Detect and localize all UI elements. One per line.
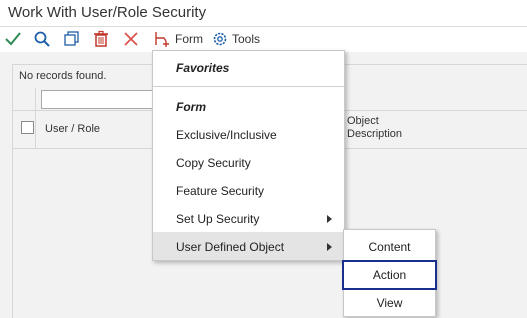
tools-gear-icon: [212, 31, 228, 47]
tools-menu-button[interactable]: Tools: [212, 29, 260, 49]
submenu-item-content[interactable]: Content: [344, 232, 435, 260]
menu-item-label: User Defined Object: [176, 240, 285, 254]
menu-item-label: Exclusive/Inclusive: [176, 128, 277, 142]
ok-button[interactable]: [4, 29, 22, 49]
records-status-text: No records found.: [19, 70, 107, 82]
delete-icon: [92, 30, 110, 48]
search-icon: [33, 30, 51, 48]
submenu-item-action[interactable]: Action: [342, 260, 437, 290]
form-menu-button[interactable]: Form: [153, 29, 203, 49]
title-bar: Work With User/Role Security: [0, 0, 527, 27]
menu-item-favorites[interactable]: Favorites: [153, 53, 344, 81]
menu-item-copy-security[interactable]: Copy Security: [153, 148, 344, 176]
copy-button[interactable]: [63, 29, 81, 49]
delete-button[interactable]: [92, 29, 110, 49]
submenu-item-view[interactable]: View: [344, 288, 435, 316]
form-dropdown-menu: Favorites Form Exclusive/Inclusive Copy …: [152, 50, 345, 261]
user-defined-object-submenu: Content Action View: [342, 229, 437, 317]
column-header-user-role[interactable]: User / Role: [45, 123, 100, 135]
menu-divider: [153, 86, 344, 87]
submenu-item-label: Action: [372, 268, 407, 282]
submenu-item-label: Content: [368, 240, 411, 254]
close-button[interactable]: [122, 29, 140, 49]
menu-item-feature-security[interactable]: Feature Security: [153, 176, 344, 204]
close-icon: [122, 30, 140, 48]
form-icon: [153, 30, 171, 48]
menu-item-user-defined-object[interactable]: User Defined Object: [153, 232, 344, 260]
window-title: Work With User/Role Security: [8, 4, 207, 21]
checkmark-icon: [4, 30, 22, 48]
menu-item-label: Feature Security: [176, 184, 265, 198]
form-menu-label: Form: [175, 32, 203, 46]
submenu-item-label: View: [376, 296, 403, 310]
submenu-arrow-icon: [327, 215, 332, 223]
user-role-filter-input[interactable]: [41, 90, 167, 109]
select-all-checkbox[interactable]: [21, 121, 34, 134]
menu-section-form-label: Form: [176, 100, 206, 114]
menu-section-form: Form: [153, 92, 344, 120]
toolbar: Form Tools: [0, 27, 527, 51]
menu-item-label: Set Up Security: [176, 212, 260, 226]
tools-menu-label: Tools: [232, 32, 261, 46]
menu-item-exclusive-inclusive[interactable]: Exclusive/Inclusive: [153, 120, 344, 148]
column-header-object-description[interactable]: Object Description: [347, 115, 427, 141]
menu-item-favorites-label: Favorites: [176, 61, 230, 75]
search-button[interactable]: [33, 29, 51, 49]
menu-item-set-up-security[interactable]: Set Up Security: [153, 204, 344, 232]
menu-item-label: Copy Security: [176, 156, 251, 170]
copy-icon: [63, 30, 81, 48]
submenu-arrow-icon: [327, 243, 332, 251]
